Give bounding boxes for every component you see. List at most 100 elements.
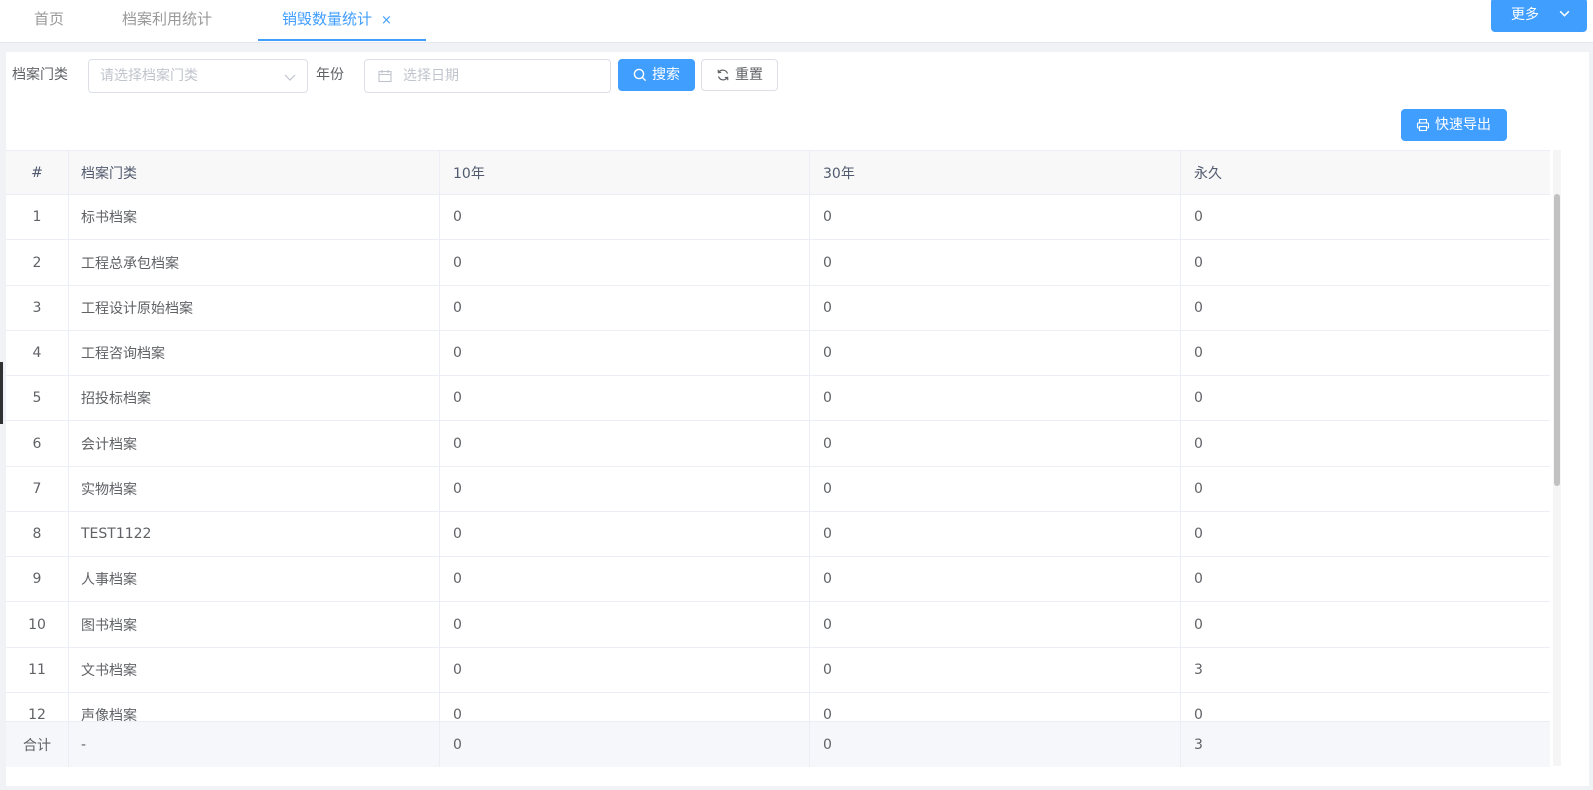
scrollbar-thumb[interactable]	[1554, 194, 1560, 486]
category-select[interactable]: 请选择档案门类	[88, 59, 308, 93]
row-permanent: 0	[1194, 435, 1203, 452]
row-category: 实物档案	[69, 467, 440, 511]
table-row: 3 工程设计原始档案 0 0 0	[6, 286, 1550, 331]
row-category: 会计档案	[69, 421, 440, 466]
row-10-years: 0	[440, 557, 810, 601]
refresh-icon	[717, 69, 729, 81]
row-30-years: 0	[810, 376, 1181, 420]
table-summary-row: 合计 - 0 0 3	[6, 721, 1550, 767]
table-row: 5 招投标档案 0 0 0	[6, 376, 1550, 421]
row-permanent: 0	[1194, 390, 1203, 406]
quick-export-button[interactable]: 快速导出	[1401, 109, 1507, 141]
row-30-years: 0	[810, 421, 1181, 466]
row-index: 8	[6, 512, 69, 556]
row-category: 工程总承包档案	[69, 240, 440, 285]
row-category: 人事档案	[69, 557, 440, 601]
tab-home-label: 首页	[34, 10, 65, 28]
chevron-down-icon	[1559, 10, 1570, 17]
row-10-years: 0	[440, 602, 810, 647]
row-10-years: 0	[440, 240, 810, 285]
row-index: 6	[6, 421, 69, 466]
category-select-placeholder: 请选择档案门类	[100, 68, 198, 84]
search-button-label: 搜索	[652, 67, 680, 83]
column-header: 档案门类	[69, 151, 440, 194]
column-header: #	[6, 151, 69, 194]
main-panel: 档案门类 请选择档案门类 年份 选择日期 搜索 重置 快速导出 # 档案门类 1…	[6, 52, 1589, 786]
row-permanent: 0	[1194, 571, 1203, 587]
close-icon[interactable]: ×	[381, 13, 392, 28]
row-category: 图书档案	[69, 602, 440, 647]
row-30-years: 0	[810, 557, 1181, 601]
row-index: 10	[6, 602, 69, 647]
row-30-years: 0	[810, 602, 1181, 647]
summary-10-years: 0	[440, 722, 810, 767]
column-header: 永久	[1194, 165, 1222, 182]
row-index: 2	[6, 240, 69, 285]
printer-icon	[1416, 118, 1430, 132]
table-row: 7 实物档案 0 0 0	[6, 467, 1550, 512]
row-permanent: 0	[1194, 345, 1203, 361]
table-row: 4 工程咨询档案 0 0 0	[6, 331, 1550, 376]
sidebar-collapse-handle[interactable]	[0, 362, 3, 424]
row-category: TEST1122	[69, 512, 440, 556]
table-row: 8 TEST1122 0 0 0	[6, 512, 1550, 557]
row-30-years: 0	[810, 512, 1181, 556]
row-index: 3	[6, 286, 69, 330]
row-index: 5	[6, 376, 69, 420]
date-placeholder: 选择日期	[403, 68, 459, 84]
table-row: 6 会计档案 0 0 0	[6, 421, 1550, 467]
row-30-years: 0	[810, 648, 1181, 692]
summary-category: -	[69, 722, 440, 767]
table-row: 9 人事档案 0 0 0	[6, 557, 1550, 602]
row-category: 招投标档案	[69, 376, 440, 420]
row-30-years: 0	[810, 195, 1181, 239]
row-permanent: 0	[1194, 254, 1203, 271]
row-permanent: 0	[1194, 616, 1203, 633]
table-row: 11 文书档案 0 0 3	[6, 648, 1550, 693]
row-30-years: 0	[810, 467, 1181, 511]
row-30-years: 0	[810, 286, 1181, 330]
row-permanent: 0	[1194, 209, 1203, 225]
table-row: 2 工程总承包档案 0 0 0	[6, 240, 1550, 286]
row-category: 工程设计原始档案	[69, 286, 440, 330]
table-scrollbar[interactable]	[1553, 150, 1561, 766]
row-10-years: 0	[440, 467, 810, 511]
more-button[interactable]: 更多	[1491, 0, 1587, 32]
row-30-years: 0	[810, 331, 1181, 375]
year-date-picker[interactable]: 选择日期	[364, 59, 611, 93]
row-category: 标书档案	[69, 195, 440, 239]
tab-bar: 首页 档案利用统计 销毁数量统计 × 更多	[0, 0, 1593, 43]
row-permanent: 3	[1194, 662, 1203, 678]
row-10-years: 0	[440, 376, 810, 420]
summary-label: 合计	[6, 722, 69, 767]
column-header: 30年	[810, 151, 1181, 194]
tab-destruction-count-stats-label: 销毁数量统计	[282, 10, 373, 28]
row-index: 7	[6, 467, 69, 511]
tab-archive-usage-stats-label: 档案利用统计	[122, 10, 213, 28]
table-row: 1 标书档案 0 0 0	[6, 195, 1550, 240]
row-index: 9	[6, 557, 69, 601]
summary-permanent: 3	[1194, 737, 1203, 753]
row-permanent: 0	[1194, 526, 1203, 542]
reset-button[interactable]: 重置	[701, 59, 778, 91]
tab-archive-usage-stats[interactable]: 档案利用统计	[122, 0, 212, 41]
table-row: 10 图书档案 0 0 0	[6, 602, 1550, 648]
more-button-label: 更多	[1511, 7, 1539, 23]
row-category: 文书档案	[69, 648, 440, 692]
row-category: 工程咨询档案	[69, 331, 440, 375]
row-permanent: 0	[1194, 481, 1203, 497]
row-10-years: 0	[440, 331, 810, 375]
row-10-years: 0	[440, 195, 810, 239]
summary-30-years: 0	[810, 722, 1181, 767]
calendar-icon	[378, 70, 392, 83]
row-30-years: 0	[810, 240, 1181, 285]
tab-destruction-count-stats[interactable]: 销毁数量统计 ×	[258, 0, 426, 41]
search-button[interactable]: 搜索	[618, 59, 695, 91]
table-header: # 档案门类 10年 30年 永久	[6, 151, 1550, 195]
row-permanent: 0	[1194, 300, 1203, 316]
category-label: 档案门类	[12, 67, 68, 83]
row-10-years: 0	[440, 421, 810, 466]
reset-button-label: 重置	[735, 67, 763, 83]
tab-home[interactable]: 首页	[34, 0, 64, 41]
chevron-down-icon	[284, 74, 296, 81]
